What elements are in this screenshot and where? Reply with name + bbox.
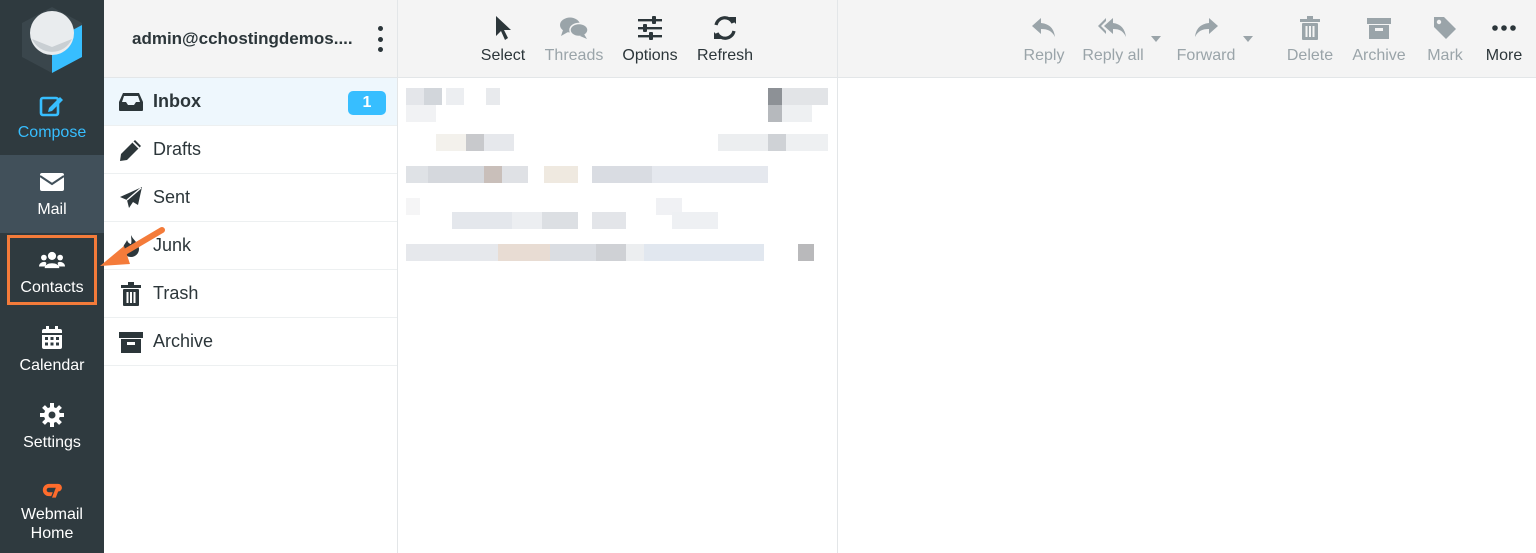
options-button[interactable]: Options <box>619 0 681 78</box>
rail-compose-label: Compose <box>17 124 87 141</box>
folder-label: Junk <box>153 235 192 255</box>
archive-button[interactable]: Archive <box>1349 0 1409 78</box>
users-icon <box>39 247 65 273</box>
archive-box-icon <box>1367 13 1391 43</box>
comments-icon <box>559 13 589 43</box>
refresh-icon <box>712 13 738 43</box>
rail-webmail-label: Webmail <box>21 505 83 523</box>
delete-button[interactable]: Delete <box>1284 0 1336 78</box>
forward-button[interactable]: Forward <box>1172 0 1240 78</box>
pencil-icon <box>118 137 144 163</box>
folder-label: Inbox <box>153 91 201 111</box>
folder-sent[interactable]: Sent <box>104 174 397 222</box>
folder-archive[interactable]: Archive <box>104 318 397 366</box>
mark-label: Mark <box>1427 47 1463 64</box>
kebab-dot <box>377 26 383 31</box>
reply-all-dropdown-caret[interactable] <box>1151 36 1161 42</box>
forward-label: Forward <box>1176 47 1236 64</box>
folder-label: Trash <box>153 283 199 303</box>
rail-webmail-label-2: Home <box>30 524 74 542</box>
mark-button[interactable]: Mark <box>1423 0 1467 78</box>
account-email: admin@cchostingdemos.... <box>132 28 353 48</box>
rail-webmail-home[interactable]: Webmail Home <box>0 466 104 553</box>
rail-compose[interactable]: Compose <box>0 78 104 156</box>
rail-calendar[interactable]: Calendar <box>0 311 104 389</box>
trash-icon <box>1299 13 1321 43</box>
tag-icon <box>1433 13 1457 43</box>
archive-label: Archive <box>1352 47 1406 64</box>
message-list-panel: Select Threads Options Refresh <box>398 0 838 553</box>
folder-junk[interactable]: Junk <box>104 222 397 270</box>
reply-label: Reply <box>1023 47 1065 64</box>
forward-icon <box>1193 13 1219 43</box>
folder-trash[interactable]: Trash <box>104 270 397 318</box>
threads-button[interactable]: Threads <box>541 0 607 78</box>
folder-drafts[interactable]: Drafts <box>104 126 397 174</box>
options-label: Options <box>622 47 678 64</box>
kebab-dot <box>377 36 383 42</box>
reply-all-icon <box>1098 13 1128 43</box>
rail-settings-label: Settings <box>23 434 81 451</box>
select-label: Select <box>480 47 526 64</box>
more-label: More <box>1485 47 1523 64</box>
unread-count-badge: 1 <box>348 91 386 115</box>
inbox-icon <box>118 89 144 115</box>
archive-box-icon <box>118 329 144 355</box>
folder-label: Drafts <box>153 139 202 159</box>
select-button[interactable]: Select <box>478 0 528 78</box>
rail-contacts[interactable]: Contacts <box>0 233 104 311</box>
reply-all-button[interactable]: Reply all <box>1080 0 1146 78</box>
folder-label: Sent <box>153 187 191 207</box>
sliders-icon <box>637 13 663 43</box>
account-menu-button[interactable] <box>371 26 389 52</box>
list-toolbar: Select Threads Options Refresh <box>398 0 837 78</box>
rail-settings[interactable]: Settings <box>0 388 104 466</box>
reply-icon <box>1031 13 1057 43</box>
threads-label: Threads <box>544 47 604 64</box>
folder-label: Archive <box>153 331 214 351</box>
folder-inbox[interactable]: Inbox 1 <box>104 78 397 126</box>
more-button[interactable]: More <box>1482 0 1526 78</box>
account-header: admin@cchostingdemos.... <box>104 0 397 78</box>
refresh-label: Refresh <box>696 47 754 64</box>
pointer-icon <box>494 13 512 43</box>
forward-dropdown-caret[interactable] <box>1243 36 1253 42</box>
envelope-icon <box>39 169 65 195</box>
roundcube-logo-icon <box>22 7 82 73</box>
redacted-message-list <box>406 86 832 264</box>
cpanel-icon <box>39 477 65 503</box>
folder-panel: admin@cchostingdemos.... Inbox 1 Drafts … <box>104 0 398 553</box>
refresh-button[interactable]: Refresh <box>694 0 756 78</box>
roundcube-logo[interactable] <box>0 0 104 78</box>
rail-contacts-label: Contacts <box>20 279 84 296</box>
gear-icon <box>39 402 65 428</box>
delete-label: Delete <box>1286 47 1334 64</box>
compose-icon <box>39 92 65 118</box>
fire-icon <box>118 233 144 259</box>
paper-plane-icon <box>118 185 144 211</box>
more-dots-icon <box>1492 13 1516 43</box>
rail-mail[interactable]: Mail <box>0 155 104 233</box>
message-toolbar: Reply Reply all Forward Delete Archive M… <box>838 0 1536 78</box>
reply-all-label: Reply all <box>1082 47 1144 64</box>
navigation-rail: Compose Mail Contacts Calendar Settings … <box>0 0 104 553</box>
calendar-icon <box>39 325 65 351</box>
rail-mail-label: Mail <box>37 201 67 218</box>
reading-pane: Reply Reply all Forward Delete Archive M… <box>838 0 1536 553</box>
kebab-dot <box>377 47 383 52</box>
trash-icon <box>118 281 144 307</box>
reply-button[interactable]: Reply <box>1018 0 1070 78</box>
rail-calendar-label: Calendar <box>19 357 85 374</box>
